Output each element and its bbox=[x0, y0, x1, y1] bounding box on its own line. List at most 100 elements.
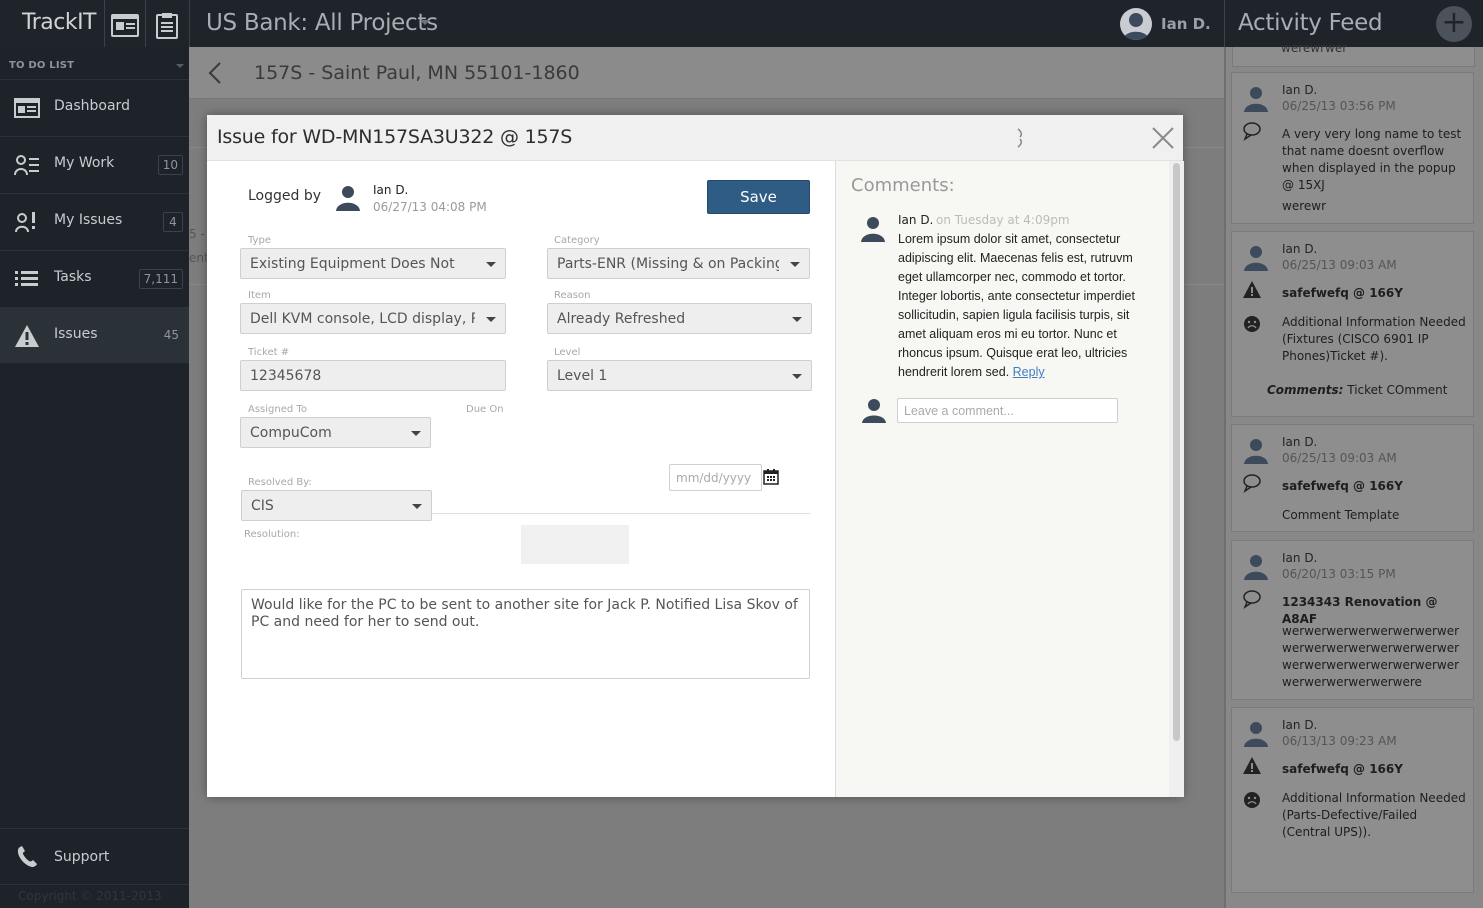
feed-card[interactable]: Ian D. 06/13/13 09:23 AM safefwefq @ 166… bbox=[1231, 707, 1474, 893]
scrollbar[interactable] bbox=[1169, 161, 1184, 797]
site-header: 157S - Saint Paul, MN 55101-1860 bbox=[189, 47, 1224, 99]
divider bbox=[189, 0, 190, 47]
textarea-value: Would like for the PC to be sent to anot… bbox=[251, 597, 798, 630]
due-date-input[interactable]: mm/dd/yyyy bbox=[669, 464, 762, 491]
select-value: Dell KVM console, LCD display, P... bbox=[250, 311, 475, 327]
comments-panel: Comments: Ian D. on Tuesday at 4:09pm Lo… bbox=[835, 161, 1184, 797]
category-select[interactable]: Parts-ENR (Missing & on Packing bbox=[547, 248, 810, 279]
tasks-icon bbox=[14, 267, 40, 291]
reply-link[interactable]: Reply bbox=[1013, 365, 1045, 379]
activity-feed-title: Activity Feed bbox=[1238, 10, 1383, 36]
assigned-to-select[interactable]: CompuCom bbox=[240, 417, 431, 448]
feed-card-date: 06/20/13 03:15 PM bbox=[1282, 567, 1396, 581]
sidebar-item-label: Tasks bbox=[54, 269, 92, 285]
feed-card[interactable]: Ian D. 06/25/13 03:56 PM A very very lon… bbox=[1231, 72, 1474, 224]
copyright: Copyright © 2011-2013 bbox=[18, 889, 162, 903]
feed-card-author: Ian D. bbox=[1282, 83, 1318, 97]
select-value: Parts-ENR (Missing & on Packing bbox=[557, 256, 779, 272]
item-select[interactable]: Dell KVM console, LCD display, P... bbox=[240, 303, 506, 334]
level-select[interactable]: Level 1 bbox=[547, 360, 812, 391]
chevron-down-icon[interactable] bbox=[176, 64, 184, 68]
avatar bbox=[1241, 242, 1271, 272]
todo-heading[interactable]: TO DO LIST bbox=[9, 60, 74, 71]
back-icon[interactable] bbox=[207, 62, 223, 84]
logged-by-date: 06/27/13 04:08 PM bbox=[373, 200, 487, 214]
feed-card-detail: Additional Information Needed (Parts-Def… bbox=[1282, 791, 1466, 839]
clipboard-icon[interactable] bbox=[152, 10, 182, 40]
calendar-icon[interactable] bbox=[763, 469, 779, 485]
sidebar-item-dashboard[interactable]: Dashboard bbox=[0, 79, 189, 135]
comment-input[interactable]: Leave a comment... bbox=[897, 398, 1118, 423]
sidebar-item-support[interactable]: Support bbox=[0, 828, 189, 884]
comments-title: Comments: bbox=[851, 175, 955, 196]
app-logo[interactable]: TrackIT bbox=[22, 10, 97, 35]
feed-card[interactable]: Ian D. 06/25/13 09:03 AM safefwefq @ 166… bbox=[1231, 231, 1474, 417]
save-button[interactable]: Save bbox=[707, 180, 810, 214]
avatar bbox=[1241, 551, 1271, 581]
background-text: 5 - bbox=[189, 227, 205, 241]
level-label: Level bbox=[554, 347, 581, 358]
chevron-down-icon[interactable] bbox=[420, 20, 430, 25]
warning-icon bbox=[14, 324, 40, 348]
chevron-down-icon bbox=[790, 262, 800, 267]
loading-spinner-icon bbox=[1013, 127, 1027, 149]
modal-title: Issue for WD-MN157SA3U322 @ 157S bbox=[217, 126, 573, 148]
feed-card-comment: Comments: Ticket COmment bbox=[1267, 382, 1467, 399]
divider bbox=[1224, 0, 1225, 47]
feed-card-text: werewrwer bbox=[1281, 41, 1348, 55]
feed-card-author: Ian D. bbox=[1282, 435, 1318, 449]
sidebar-item-tasks[interactable]: Tasks 7,111 bbox=[0, 250, 189, 306]
id-card-icon[interactable] bbox=[110, 10, 140, 40]
feed-card-title: safefwefq @ 166Y bbox=[1282, 286, 1403, 300]
category-label: Category bbox=[554, 235, 600, 246]
date-placeholder: mm/dd/yyyy bbox=[676, 471, 752, 485]
ticket-input[interactable]: 12345678 bbox=[240, 360, 506, 391]
feed-card-author: Ian D. bbox=[1282, 718, 1318, 732]
add-button[interactable]: + bbox=[1436, 6, 1472, 42]
feed-card-detail: Comment Template bbox=[1282, 508, 1400, 522]
divider bbox=[145, 0, 146, 47]
feed-card-stub[interactable]: werewrwer bbox=[1232, 41, 1475, 67]
count-badge: 45 bbox=[163, 328, 179, 342]
chevron-down-icon bbox=[792, 317, 802, 322]
reason-label: Reason bbox=[554, 290, 591, 301]
type-select[interactable]: Existing Equipment Does Not bbox=[240, 248, 506, 279]
comment-body: Lorem ipsum dolor sit amet, consectetur … bbox=[898, 230, 1150, 382]
feed-card[interactable]: Ian D. 06/25/13 09:03 AM safefwefq @ 166… bbox=[1231, 424, 1474, 532]
resolution-label: Resolution: bbox=[244, 529, 300, 540]
warning-icon bbox=[1242, 756, 1262, 776]
close-icon[interactable] bbox=[1151, 126, 1175, 150]
logged-by-name: Ian D. bbox=[373, 183, 409, 197]
input-value: 12345678 bbox=[250, 368, 322, 384]
resolved-by-select[interactable]: CIS bbox=[241, 490, 432, 521]
sidebar-item-my-issues[interactable]: My Issues 4 bbox=[0, 193, 189, 249]
project-title[interactable]: US Bank: All Projects bbox=[206, 10, 438, 36]
feed-card-detail: werwerwerwerwerwerwerwerwerwerwerwerwerw… bbox=[1282, 624, 1460, 689]
resolved-by-label: Resolved By: bbox=[248, 477, 312, 488]
select-value: CIS bbox=[251, 498, 274, 514]
feed-card[interactable]: Ian D. 06/20/13 03:15 PM 1234343 Renovat… bbox=[1231, 540, 1474, 700]
item-label: Item bbox=[248, 290, 271, 301]
my-work-icon bbox=[14, 153, 40, 177]
feed-card-title: safefwefq @ 166Y bbox=[1282, 762, 1403, 776]
issue-form: Logged by Ian D. 06/27/13 04:08 PM Save … bbox=[207, 161, 835, 797]
feed-card-date: 06/25/13 03:56 PM bbox=[1282, 99, 1396, 113]
comment-icon bbox=[1242, 121, 1262, 141]
count-badge: 4 bbox=[163, 212, 183, 232]
select-value: Level 1 bbox=[557, 368, 608, 384]
select-value: CompuCom bbox=[250, 425, 332, 441]
scrollbar-thumb[interactable] bbox=[1173, 163, 1180, 741]
chevron-down-icon bbox=[411, 431, 421, 436]
sidebar-item-my-work[interactable]: My Work 10 bbox=[0, 136, 189, 192]
placeholder-block bbox=[521, 525, 629, 564]
feed-card-date: 06/25/13 09:03 AM bbox=[1282, 258, 1397, 272]
resolution-textarea[interactable]: Would like for the PC to be sent to anot… bbox=[241, 589, 810, 679]
count-badge: 7,111 bbox=[138, 269, 183, 289]
reason-select[interactable]: Already Refreshed bbox=[547, 303, 812, 334]
sidebar-item-issues[interactable]: Issues 45 bbox=[0, 307, 189, 363]
divider bbox=[0, 884, 189, 885]
background-text: ent bbox=[189, 251, 209, 265]
comment-placeholder: Leave a comment... bbox=[904, 404, 1014, 418]
count-badge: 10 bbox=[157, 155, 183, 175]
ticket-label: Ticket # bbox=[248, 347, 290, 358]
